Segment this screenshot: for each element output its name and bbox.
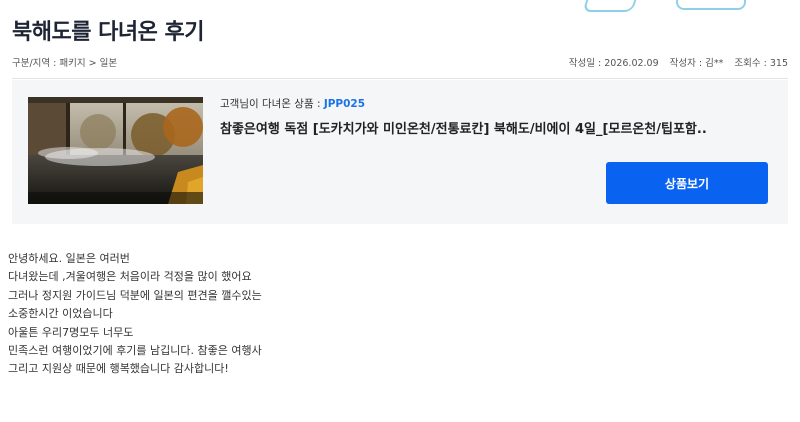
product-image[interactable] bbox=[28, 97, 203, 204]
view-count: 조회수 : 315 bbox=[734, 58, 788, 69]
product-label: 고객님이 다녀온 상품 : bbox=[220, 98, 324, 110]
review-line: 그리고 지원상 때문에 행복했습니다 감사합니다! bbox=[8, 362, 229, 376]
review-line: 소중한시간 이었습니다 bbox=[8, 307, 113, 321]
review-line: 다녀왔는데 ,겨울여행은 처음이라 걱정을 많이 했어요 bbox=[8, 270, 252, 284]
meta-info: 작성일 : 2026.02.09 작성자 : 김** 조회수 : 315 bbox=[561, 55, 788, 69]
header-decoration-left bbox=[582, 0, 640, 12]
onsen-photo-icon bbox=[28, 97, 203, 204]
review-line: 아울튼 우리7명모두 너무도 bbox=[8, 325, 134, 339]
author: 작성자 : 김** bbox=[669, 58, 724, 69]
product-card: 고객님이 다녀온 상품 : JPP025 참좋은여행 독점 [도카치가와 미인온… bbox=[12, 80, 788, 224]
review-meta: 구분/지역 : 패키지 > 일본 작성일 : 2026.02.09 작성자 : … bbox=[12, 55, 788, 71]
product-name[interactable]: 참좋은여행 독점 [도카치가와 미인온천/전통료칸] 북해도/비에이 4일_[모… bbox=[220, 118, 768, 137]
review-body: 안녕하세요. 일본은 여러번 다녀왔는데 ,겨울여행은 처음이라 걱정을 많이 … bbox=[8, 250, 788, 379]
header-decoration-right bbox=[676, 0, 746, 10]
review-line: 안녕하세요. 일본은 여러번 bbox=[8, 252, 130, 265]
page-title: 북해도를 다녀온 후기 bbox=[12, 20, 204, 45]
review-line: 민족스런 여행이었기에 후기를 남깁니다. 참좋은 여행사 bbox=[8, 344, 262, 358]
product-info: 고객님이 다녀온 상품 : JPP025 참좋은여행 독점 [도카치가와 미인온… bbox=[220, 96, 768, 137]
breadcrumb: 구분/지역 : 패키지 > 일본 bbox=[12, 58, 118, 69]
written-date: 작성일 : 2026.02.09 bbox=[568, 58, 659, 69]
product-label-line: 고객님이 다녀온 상품 : JPP025 bbox=[220, 96, 768, 111]
review-line: 그러나 정지원 가이드님 덕분에 일본의 편견을 깰수있는 bbox=[8, 288, 262, 302]
divider bbox=[12, 78, 788, 79]
product-code: JPP025 bbox=[323, 98, 366, 110]
view-product-button[interactable]: 상품보기 bbox=[606, 162, 768, 204]
